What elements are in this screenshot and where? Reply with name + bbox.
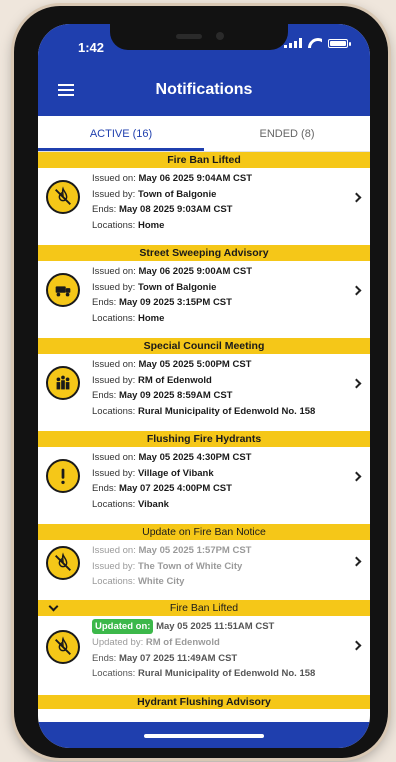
chevron-right-icon[interactable] bbox=[351, 285, 362, 296]
chevron-right-icon[interactable] bbox=[351, 192, 362, 203]
notification-details: Issued on: May 05 2025 5:00PM CST Issued… bbox=[92, 359, 316, 417]
notification-card[interactable]: Update on Fire Ban Notice Issued on: May… bbox=[38, 524, 370, 600]
page-title: Notifications bbox=[155, 81, 253, 98]
notification-title: Street Sweeping Advisory bbox=[38, 245, 370, 261]
notification-details: Updated on: May 05 2025 11:51AM CST Upda… bbox=[92, 619, 316, 679]
notification-card[interactable]: Street Sweeping Advisory Issued on: May … bbox=[38, 245, 370, 338]
notification-details: Issued on: May 06 2025 9:04AM CST Issued… bbox=[92, 173, 253, 231]
updated-badge: Updated on: bbox=[92, 619, 154, 634]
bottom-bar bbox=[38, 722, 370, 748]
signal-icon bbox=[284, 38, 302, 48]
chevron-right-icon[interactable] bbox=[351, 640, 362, 651]
chevron-right-icon[interactable] bbox=[351, 378, 362, 389]
no-fire-icon bbox=[46, 630, 80, 664]
notification-details: Issued on: May 05 2025 4:30PM CST Issued… bbox=[92, 452, 252, 510]
street-sweeper-icon bbox=[46, 273, 80, 307]
wifi-icon bbox=[308, 38, 322, 48]
people-meeting-icon bbox=[46, 366, 80, 400]
notification-title: Flushing Fire Hydrants bbox=[38, 431, 370, 447]
no-fire-icon bbox=[46, 546, 80, 580]
notification-title: Special Council Meeting bbox=[38, 338, 370, 354]
no-fire-icon bbox=[46, 180, 80, 214]
notification-title: Fire Ban Lifted bbox=[38, 152, 370, 168]
notification-card[interactable]: Special Council Meeting Issued on: May 0… bbox=[38, 338, 370, 431]
notification-title: Update on Fire Ban Notice bbox=[38, 524, 370, 540]
chevron-right-icon[interactable] bbox=[351, 471, 362, 482]
notch bbox=[110, 24, 288, 50]
notification-list: Fire Ban Lifted Issued on: May 06 2025 9… bbox=[38, 152, 370, 709]
notification-card[interactable]: Flushing Fire Hydrants Issued on: May 05… bbox=[38, 431, 370, 524]
notification-card[interactable]: Fire Ban Lifted Issued on: May 06 2025 9… bbox=[38, 152, 370, 245]
notification-card[interactable]: Fire Ban Lifted Updated on: May 05 2025 … bbox=[38, 600, 370, 695]
home-indicator[interactable] bbox=[144, 734, 264, 738]
exclamation-icon bbox=[46, 459, 80, 493]
notification-details: Issued on: May 05 2025 1:57PM CST Issued… bbox=[92, 545, 252, 587]
status-time: 1:42 bbox=[78, 40, 105, 55]
notification-title[interactable]: Hydrant Flushing Advisory bbox=[38, 695, 370, 709]
app-screen: 1:42 Notifications ACTIVE (16) ENDED (8)… bbox=[38, 24, 370, 748]
tab-ended[interactable]: ENDED (8) bbox=[204, 116, 370, 151]
top-app-bar: 1:42 Notifications bbox=[38, 24, 370, 116]
battery-icon bbox=[328, 38, 351, 48]
notification-title: Fire Ban Lifted bbox=[38, 600, 370, 616]
status-icons bbox=[284, 38, 351, 48]
notification-details: Issued on: May 06 2025 9:00AM CST Issued… bbox=[92, 266, 253, 324]
chevron-right-icon[interactable] bbox=[351, 556, 362, 567]
tab-bar: ACTIVE (16) ENDED (8) bbox=[38, 116, 370, 152]
chevron-down-icon[interactable] bbox=[48, 601, 59, 612]
tab-active[interactable]: ACTIVE (16) bbox=[38, 116, 204, 151]
